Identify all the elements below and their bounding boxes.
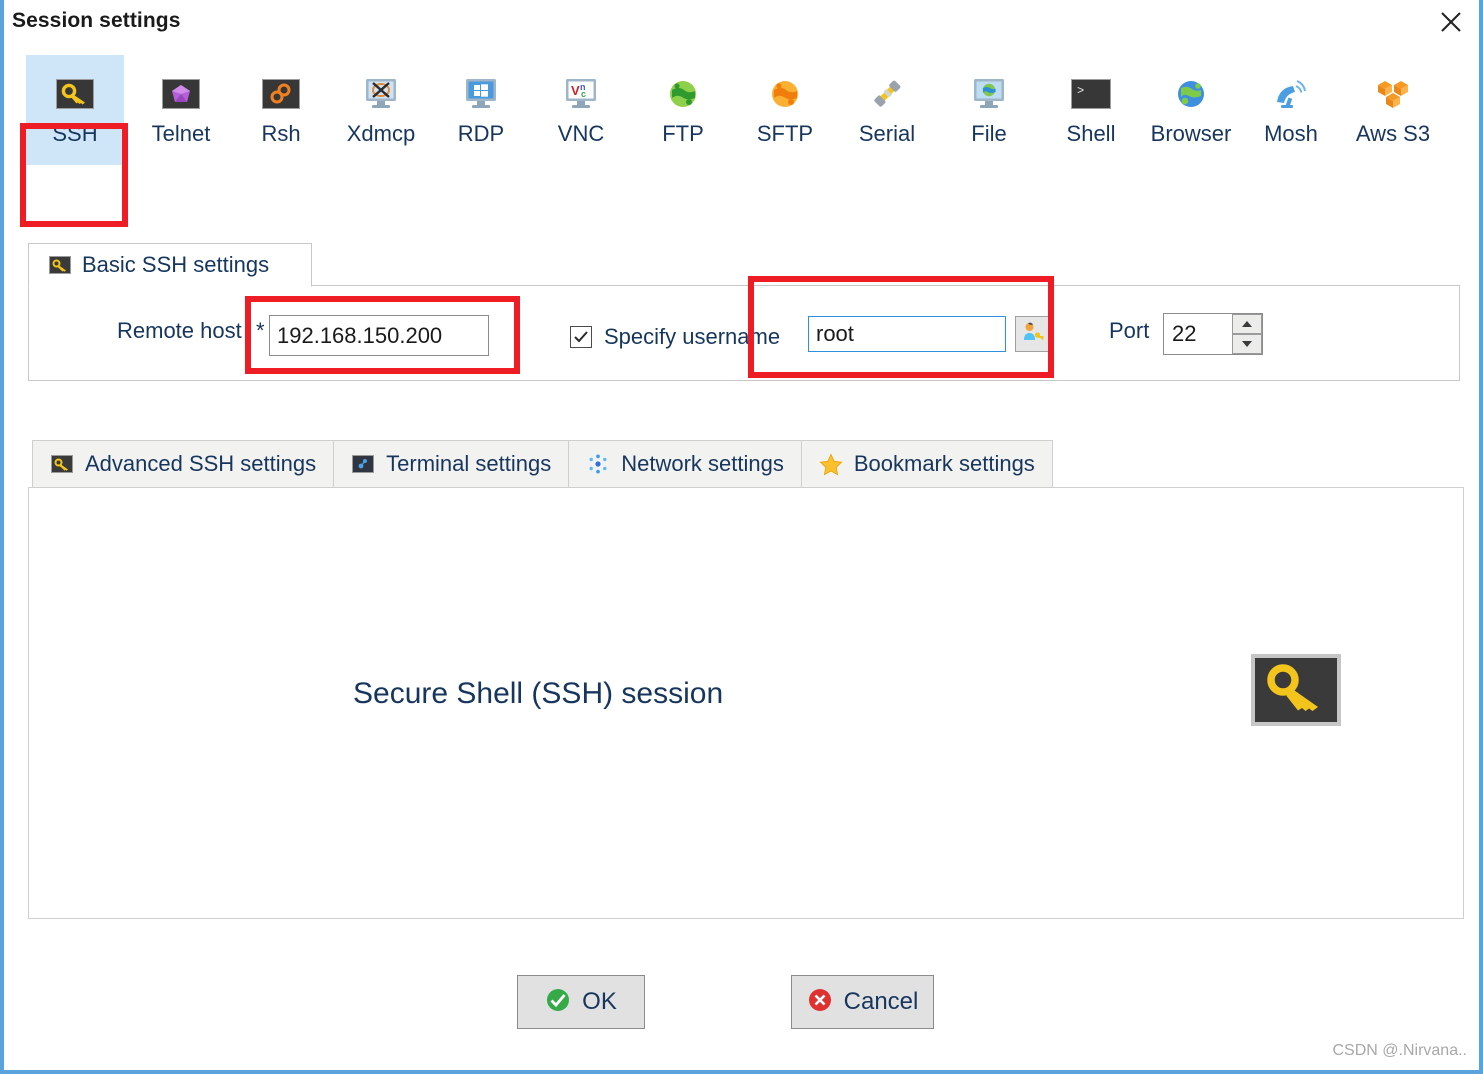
remote-host-input[interactable]	[269, 315, 489, 356]
ok-button[interactable]: OK	[517, 975, 645, 1029]
protocol-label: RDP	[457, 121, 505, 146]
protocol-mosh[interactable]: Mosh	[1242, 55, 1340, 165]
cancel-button[interactable]: Cancel	[791, 975, 934, 1029]
monitor-x-icon	[360, 73, 402, 115]
session-type-caption: Secure Shell (SSH) session	[353, 677, 724, 710]
key-icon	[49, 256, 71, 274]
protocol-label: SFTP	[756, 121, 814, 146]
protocol-sftp[interactable]: SFTP	[736, 55, 834, 165]
terminal-blue-icon	[351, 453, 375, 475]
session-settings-dialog: Session settings SSH Telnet Rsh Xdmcp RD…	[0, 0, 1483, 1074]
port-label: Port	[1109, 318, 1150, 343]
checkbox-icon	[570, 326, 592, 348]
svg-text:c: c	[581, 89, 586, 99]
key-icon	[50, 453, 74, 475]
protocol-ssh[interactable]: SSH	[26, 55, 124, 165]
title-bar: Session settings	[4, 0, 1479, 46]
settings-content-panel: Secure Shell (SSH) session	[28, 487, 1464, 919]
purple-gem-icon	[160, 73, 202, 115]
green-globe-icon	[662, 73, 704, 115]
protocol-aws-s3[interactable]: Aws S3	[1344, 55, 1442, 165]
caret-up-icon	[1241, 315, 1253, 333]
page-title: Session settings	[12, 9, 181, 32]
username-input[interactable]	[808, 316, 1006, 352]
port-value[interactable]: 22	[1164, 314, 1232, 354]
tab-label: Network settings	[621, 451, 784, 476]
monitor-windows-icon	[460, 73, 502, 115]
protocol-label: VNC	[557, 121, 605, 146]
port-stepper[interactable]: 22	[1163, 313, 1263, 355]
ok-button-label: OK	[582, 988, 617, 1015]
port-decrement-button[interactable]	[1232, 334, 1262, 354]
close-icon	[1438, 9, 1464, 35]
basic-ssh-settings-tab[interactable]: Basic SSH settings	[28, 243, 312, 287]
protocol-label: File	[971, 121, 1007, 146]
tab-label: Terminal settings	[386, 451, 552, 476]
protocol-label: Rsh	[261, 121, 301, 146]
monitor-globe-icon	[968, 73, 1010, 115]
protocol-label: Telnet	[151, 121, 211, 146]
plug-connector-icon	[866, 73, 908, 115]
orange-globe-icon	[764, 73, 806, 115]
protocol-serial[interactable]: Serial	[838, 55, 936, 165]
key-icon	[54, 73, 96, 115]
protocol-rsh[interactable]: Rsh	[232, 55, 330, 165]
terminal-icon: >	[1070, 73, 1112, 115]
protocol-toolbar: SSH Telnet Rsh Xdmcp RDP V n c VNC FTP S…	[4, 55, 1479, 227]
aws-cubes-icon	[1372, 73, 1414, 115]
specify-username-label: Specify username	[604, 324, 781, 349]
basic-ssh-settings-tab-label: Basic SSH settings	[82, 252, 270, 277]
blue-globe-icon	[1170, 73, 1212, 115]
green-check-icon	[545, 987, 571, 1018]
protocol-label: Shell	[1066, 121, 1116, 146]
protocol-telnet[interactable]: Telnet	[132, 55, 230, 165]
settings-tab-bar: Advanced SSH settings Terminal settings	[32, 440, 1053, 488]
monitor-vnc-icon: V n c	[560, 73, 602, 115]
cancel-button-label: Cancel	[843, 988, 919, 1015]
tab-advanced-ssh-settings[interactable]: Advanced SSH settings	[32, 440, 334, 488]
protocol-label: Browser	[1150, 121, 1232, 146]
tab-terminal-settings[interactable]: Terminal settings	[333, 440, 569, 488]
username-picker-button[interactable]	[1015, 316, 1049, 352]
protocol-label: Serial	[858, 121, 916, 146]
protocol-shell[interactable]: > Shell	[1042, 55, 1140, 165]
tab-bookmark-settings[interactable]: Bookmark settings	[800, 440, 1053, 488]
protocol-ftp[interactable]: FTP	[634, 55, 732, 165]
tab-network-settings[interactable]: Network settings	[568, 440, 801, 488]
red-x-icon	[807, 987, 833, 1018]
remote-host-label: Remote host	[117, 318, 242, 343]
protocol-label: FTP	[662, 121, 704, 146]
protocol-label: Mosh	[1264, 121, 1318, 146]
specify-username-checkbox[interactable]: Specify username	[570, 324, 780, 350]
key-icon	[1265, 663, 1327, 718]
protocol-label: SSH	[52, 121, 98, 146]
satellite-dish-icon	[1270, 73, 1312, 115]
protocol-file[interactable]: File	[940, 55, 1038, 165]
network-dots-icon	[586, 453, 610, 475]
orange-gears-icon	[260, 73, 302, 115]
close-button[interactable]	[1429, 2, 1473, 42]
user-key-icon	[1020, 320, 1044, 349]
protocol-xdmcp[interactable]: Xdmcp	[332, 55, 430, 165]
protocol-browser[interactable]: Browser	[1142, 55, 1240, 165]
caret-down-icon	[1241, 335, 1253, 353]
session-type-icon	[1251, 654, 1341, 726]
star-icon	[819, 453, 843, 475]
port-increment-button[interactable]	[1232, 314, 1262, 334]
required-marker: *	[256, 318, 265, 343]
protocol-rdp[interactable]: RDP	[432, 55, 530, 165]
protocol-label: Aws S3	[1355, 121, 1431, 146]
protocol-label: Xdmcp	[346, 121, 416, 146]
svg-text:>: >	[1077, 84, 1084, 98]
protocol-vnc[interactable]: V n c VNC	[532, 55, 630, 165]
tab-label: Advanced SSH settings	[85, 451, 317, 476]
svg-text:V: V	[571, 83, 580, 98]
tab-label: Bookmark settings	[853, 451, 1035, 476]
watermark: CSDN @.Nirvana..	[1332, 1042, 1468, 1059]
